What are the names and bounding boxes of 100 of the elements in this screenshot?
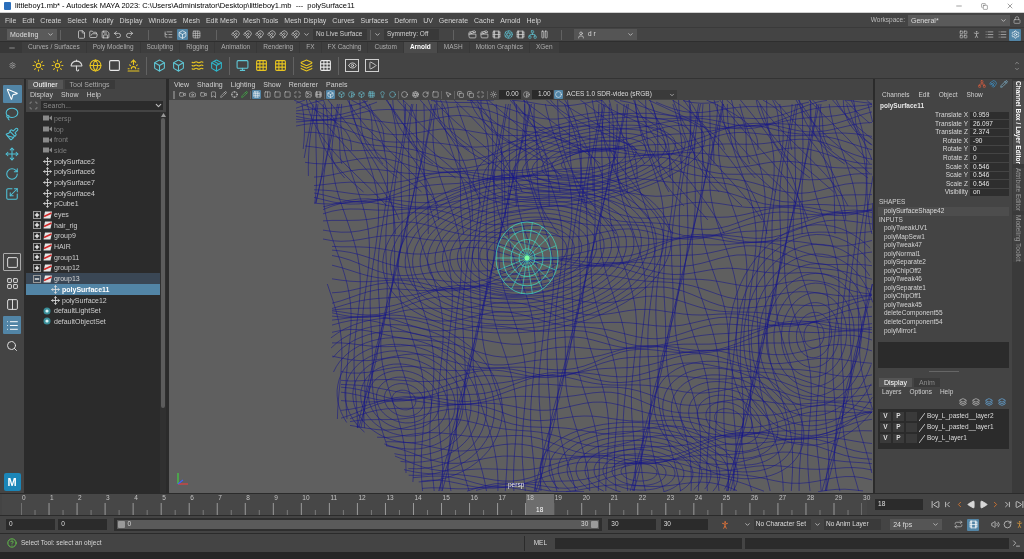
script-editor-icon[interactable] [1012,538,1021,548]
corner-brackets-icon[interactable] [29,101,38,110]
contrast-icon[interactable] [346,90,357,99]
component-mode-icon[interactable] [191,29,202,40]
expand-icon[interactable] [33,242,41,251]
play-icon[interactable] [979,500,988,509]
redo-icon[interactable] [125,30,134,39]
cube-icon[interactable] [172,59,185,72]
globe-icon[interactable] [89,59,102,72]
list-icon[interactable] [996,28,1008,41]
contrast-icon[interactable] [521,90,531,99]
person-icon[interactable] [1014,520,1024,529]
expand-icon[interactable] [33,253,41,262]
clapperboard-icon[interactable] [480,30,489,39]
hierarchy-icon[interactable] [163,29,174,40]
save-icon[interactable] [101,30,110,39]
video-camera-icon[interactable] [178,90,188,99]
range-handle-icon[interactable] [591,521,599,528]
pencil-icon[interactable] [1000,80,1008,88]
grid-icon[interactable] [319,59,332,72]
cube-icon[interactable] [336,90,346,99]
scroll-up-icon[interactable] [1014,59,1020,66]
pause-icon[interactable] [540,30,549,39]
clapperboard-icon[interactable] [468,30,477,39]
new-file-icon[interactable] [77,30,86,39]
next-key-icon[interactable] [1003,500,1012,509]
single-pane-icon[interactable] [3,253,21,271]
app-logo[interactable]: M [3,473,21,491]
layer-icon[interactable] [959,398,967,407]
layer-icon[interactable] [985,398,993,407]
camera-icon[interactable] [188,90,198,99]
previous-key-icon[interactable] [943,500,952,509]
list-icon[interactable] [983,28,995,41]
sunrise-icon[interactable] [127,59,140,72]
square-icon[interactable] [108,59,121,72]
cube-icon[interactable] [326,90,336,99]
layers-icon[interactable] [300,59,313,72]
close-icon[interactable] [1006,2,1014,10]
aperture-icon[interactable] [504,30,513,39]
cube-icon[interactable] [357,90,367,99]
gear-icon[interactable] [1009,28,1021,41]
person-icon[interactable] [719,519,730,530]
folder-icon[interactable] [89,30,98,39]
command-field[interactable] [555,537,742,549]
cube-icon[interactable] [153,59,166,72]
object-mode-icon[interactable] [177,29,188,40]
eye-icon[interactable] [345,59,359,72]
nodes-icon[interactable] [978,80,986,88]
expand-icon[interactable] [33,231,41,240]
wave-icon[interactable] [191,59,204,72]
columns-icon[interactable] [262,90,272,99]
restore-icon[interactable] [981,2,988,10]
lightbulb-icon[interactable] [377,90,387,99]
play-icon[interactable] [365,59,379,72]
grid-icon[interactable] [957,28,969,41]
play-backwards-icon[interactable] [967,500,976,509]
sun-icon[interactable] [51,59,64,72]
speaker-icon[interactable] [990,520,1000,529]
film-icon[interactable] [516,30,525,39]
scroll-down-icon[interactable] [1014,65,1020,72]
copy-icon[interactable] [466,90,476,99]
go-to-end-icon[interactable] [1015,500,1024,509]
expand-icon[interactable] [33,263,41,272]
film-icon[interactable] [313,90,324,99]
umbrella-icon[interactable] [70,59,83,72]
bookmark-icon[interactable] [208,90,219,99]
range-handle-icon[interactable] [117,521,125,528]
crosshair-icon[interactable] [229,90,239,99]
expand-icon[interactable] [33,210,41,219]
checker-icon[interactable] [367,90,377,99]
scrollbar[interactable] [160,112,166,493]
package-icon[interactable] [210,59,223,72]
copy-icon[interactable] [455,90,465,99]
image-icon[interactable] [303,90,313,99]
sun-icon[interactable] [488,90,498,99]
film-icon[interactable] [967,518,980,531]
step-forward-icon[interactable] [991,500,1000,509]
layer-icon[interactable] [998,398,1006,407]
outliner-layout-icon[interactable] [3,316,21,334]
circle-icon[interactable] [387,90,398,99]
monitor-icon[interactable] [236,59,249,72]
refresh-icon[interactable] [1002,520,1012,529]
checker-icon[interactable] [274,59,287,72]
step-back-icon[interactable] [955,500,964,509]
circle-icon[interactable] [553,90,563,99]
pointer-icon[interactable] [443,90,453,99]
grid-icon[interactable] [252,90,262,99]
layer-icon[interactable] [972,398,980,407]
expand-icon[interactable] [33,221,41,230]
undo-icon[interactable] [113,30,122,39]
checker-icon[interactable] [255,59,268,72]
search-icon[interactable] [6,340,18,352]
select-tool-icon[interactable] [2,85,22,103]
magnet-icon[interactable] [989,80,997,88]
sphere-icon[interactable] [400,90,410,99]
film-icon[interactable] [492,30,501,39]
rotate-icon[interactable] [420,90,431,99]
video-camera-icon[interactable] [198,90,208,99]
scroll-up-icon[interactable] [160,113,166,117]
aperture-icon[interactable] [410,90,420,99]
